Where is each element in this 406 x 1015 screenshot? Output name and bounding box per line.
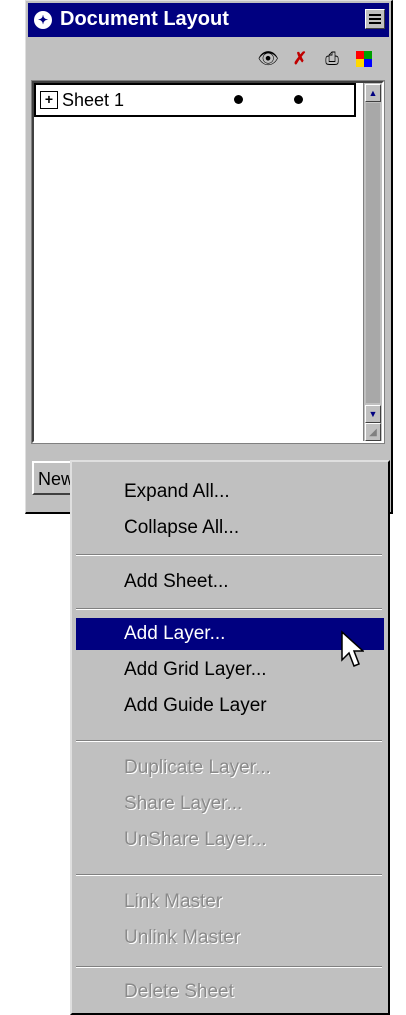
expand-toggle[interactable]: +	[40, 91, 58, 109]
menu-separator	[76, 608, 382, 610]
menu-item-add-sheet[interactable]: Add Sheet...	[76, 566, 384, 598]
app-icon: ✦	[34, 11, 52, 29]
menu-separator	[76, 740, 382, 742]
column-icons: 👁 ✗ ⎙	[255, 47, 377, 71]
mouse-pointer-icon	[341, 630, 364, 667]
menu-item-link-master: Link Master	[124, 891, 223, 912]
lock-icon[interactable]: ✗	[287, 48, 313, 70]
visibility-bullet[interactable]	[234, 95, 243, 104]
context-menu: Expand All... Collapse All... Add Sheet.…	[70, 460, 390, 1015]
sheet-list: + Sheet 1 ▲ ▼ ◢	[31, 80, 385, 444]
menu-separator	[76, 874, 382, 876]
menu-separator	[76, 554, 382, 556]
menu-item-duplicate-layer: Duplicate Layer...	[124, 757, 271, 778]
scroll-track[interactable]	[366, 103, 380, 403]
menu-separator	[76, 966, 382, 968]
menu-item-delete-sheet: Delete Sheet	[124, 981, 234, 1002]
menu-item-expand-all[interactable]: Expand All...	[76, 476, 384, 508]
document-layout-palette: ✦ Document Layout 👁 ✗ ⎙ + Sheet 1 ▲ ▼ ◢	[25, 0, 393, 514]
menu-item-add-grid-layer[interactable]: Add Grid Layer...	[76, 654, 384, 686]
window-title: Document Layout	[60, 8, 229, 30]
eye-icon[interactable]: 👁	[255, 48, 281, 70]
sheet-label: Sheet 1	[62, 90, 125, 110]
menu-item-add-guide-layer[interactable]: Add Guide Layer	[76, 690, 384, 722]
color-icon[interactable]	[351, 48, 377, 70]
sheet-row[interactable]: + Sheet 1	[34, 83, 356, 117]
menu-item-share-layer: Share Layer...	[124, 793, 243, 814]
vertical-scrollbar[interactable]: ▲ ▼ ◢	[363, 83, 382, 441]
title-bar[interactable]: ✦ Document Layout	[28, 3, 389, 37]
resize-grip-icon[interactable]: ◢	[365, 423, 381, 441]
menu-item-collapse-all[interactable]: Collapse All...	[76, 512, 384, 544]
menu-item-unlink-master: Unlink Master	[124, 927, 241, 948]
scroll-up-button[interactable]: ▲	[365, 84, 381, 102]
print-icon[interactable]: ⎙	[319, 48, 345, 70]
scroll-down-button[interactable]: ▼	[365, 405, 381, 423]
lock-bullet[interactable]	[294, 95, 303, 104]
menu-item-add-layer[interactable]: Add Layer...	[76, 618, 384, 650]
palette-menu-button[interactable]	[365, 9, 385, 29]
menu-item-unshare-layer: UnShare Layer...	[124, 829, 267, 850]
